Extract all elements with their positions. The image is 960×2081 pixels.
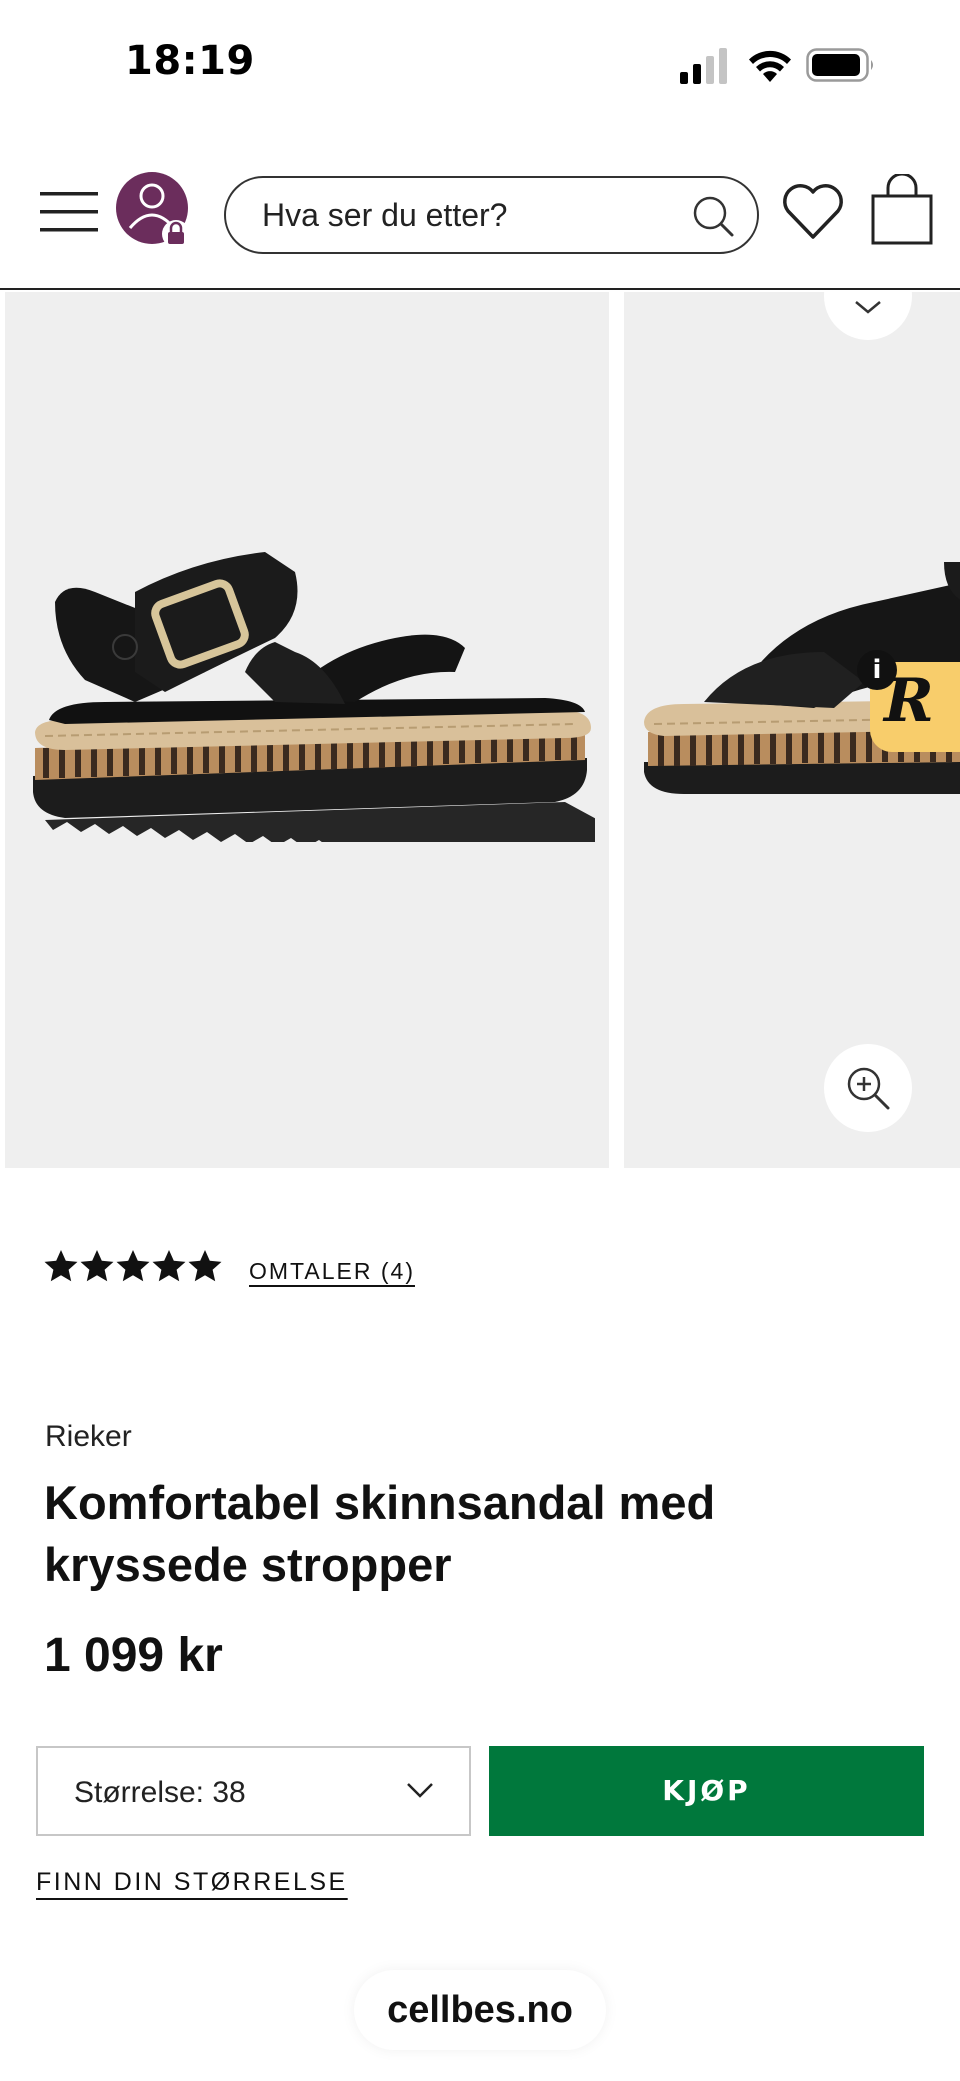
status-time: 18:19 [125, 38, 255, 84]
browser-domain-pill[interactable]: cellbes.no [354, 1970, 606, 2050]
wifi-icon [749, 50, 791, 82]
info-icon[interactable]: i [857, 650, 897, 690]
product-gallery[interactable]: R i [0, 292, 960, 1168]
heart-icon[interactable] [780, 180, 846, 242]
search-input[interactable] [262, 178, 682, 252]
reviews-link[interactable]: OMTALER (4) [249, 1258, 415, 1285]
zoom-in-icon [847, 1067, 890, 1110]
zoom-button[interactable] [824, 1044, 912, 1132]
product-title: Komfortabel skinnsandal med kryssede str… [44, 1476, 716, 1591]
search-icon[interactable] [691, 194, 735, 238]
buy-button[interactable]: KJØP [489, 1746, 924, 1836]
wishlist-chevron-icon [855, 301, 881, 314]
menu-icon[interactable] [40, 190, 98, 234]
product-brand[interactable]: Rieker [45, 1420, 132, 1454]
cellular-signal-icon [680, 48, 727, 84]
battery-icon [806, 48, 873, 82]
product-price: 1 099 kr [44, 1629, 223, 1682]
size-select-value: Størrelse: 38 [74, 1776, 246, 1809]
site-header [0, 130, 960, 290]
size-select[interactable]: Størrelse: 38 [36, 1746, 471, 1836]
search-bar [224, 176, 759, 254]
rating-stars [44, 1250, 222, 1282]
product-image-side[interactable] [5, 292, 609, 1168]
sandal-image [33, 552, 595, 842]
status-bar: 18:19 [0, 0, 960, 130]
shopping-bag-icon[interactable] [870, 174, 934, 246]
size-guide-link[interactable]: FINN DIN STØRRELSE [36, 1868, 348, 1897]
chevron-down-icon [407, 1783, 433, 1798]
user-avatar-locked-icon[interactable] [116, 172, 192, 248]
